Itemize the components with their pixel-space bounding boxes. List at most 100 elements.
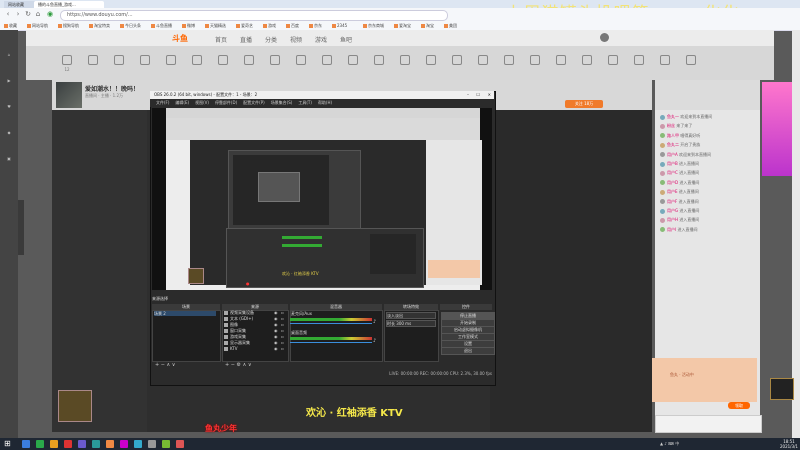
obs-menu-item[interactable]: 配置文件(P): [243, 100, 265, 105]
eye-icon[interactable]: ◉: [274, 310, 278, 315]
source-item[interactable]: KTV: [230, 346, 238, 351]
bookmark-1[interactable]: 网站导航: [27, 22, 48, 29]
source-item[interactable]: 游戏采集: [230, 334, 246, 339]
chat-username[interactable]: 用户A: [667, 152, 678, 157]
chat-avatar[interactable]: [660, 152, 665, 158]
chat-avatar[interactable]: [660, 142, 665, 148]
taskbar-app-icon[interactable]: [176, 440, 184, 448]
bookmark-13[interactable]: 京东商城: [363, 22, 384, 29]
bookmark-10[interactable]: 百度: [286, 22, 299, 29]
window-minimize-icon[interactable]: –: [467, 91, 469, 99]
speaker-icon-2[interactable]: ♪: [373, 338, 376, 344]
chat-avatar[interactable]: [660, 208, 665, 214]
lock-icon[interactable]: ▫: [281, 328, 284, 333]
follow-button[interactable]: 关注 18万: [565, 100, 603, 108]
scene-item[interactable]: 场景 2: [154, 311, 216, 316]
chat-username[interactable]: 粉丝: [667, 123, 675, 128]
nav-game[interactable]: 游戏: [315, 35, 327, 44]
transition-duration[interactable]: 时长 300 ms: [386, 320, 436, 327]
chat-username[interactable]: 用户C: [667, 170, 678, 175]
lock-icon[interactable]: ▫: [281, 334, 284, 339]
chat-avatar[interactable]: [660, 227, 665, 233]
bookmark-0[interactable]: 收藏: [4, 22, 17, 29]
source-item[interactable]: 文本 (GDI+): [230, 316, 253, 321]
obs-menu-item[interactable]: 文件(F): [156, 100, 169, 105]
window-maximize-icon[interactable]: ☐: [476, 91, 480, 99]
taskbar-app-icon[interactable]: [50, 440, 58, 448]
obs-menu-item[interactable]: 停靠部件(D): [215, 100, 237, 105]
taskbar-app-icon[interactable]: [92, 440, 100, 448]
eye-icon[interactable]: ◉: [274, 328, 278, 333]
bookmark-16[interactable]: 美团: [444, 22, 457, 29]
bookmark-3[interactable]: 淘宝特卖: [89, 22, 110, 29]
promo-badge[interactable]: [770, 378, 794, 400]
chat-avatar[interactable]: [660, 189, 665, 195]
chat-avatar[interactable]: [660, 161, 665, 167]
category-icon-24[interactable]: [676, 55, 706, 67]
forward-icon[interactable]: ›: [14, 10, 22, 18]
eye-icon[interactable]: ◉: [274, 334, 278, 339]
nav-live[interactable]: 直播: [240, 35, 252, 44]
taskbar-app-icon[interactable]: [22, 440, 30, 448]
bookmark-11[interactable]: 京东: [309, 22, 322, 29]
source-item[interactable]: 显示器采集: [230, 340, 250, 345]
bookmark-12[interactable]: 2345: [332, 22, 347, 29]
chat-username[interactable]: 路人甲: [667, 133, 679, 138]
browser-tab-1[interactable]: 网站收藏: [4, 1, 38, 8]
bookmark-6[interactable]: 微博: [182, 22, 195, 29]
bookmark-7[interactable]: 天猫精选: [205, 22, 226, 29]
lock-icon[interactable]: ▫: [281, 346, 284, 351]
taskbar-app-icon[interactable]: [162, 440, 170, 448]
lock-icon[interactable]: ▫: [281, 340, 284, 345]
chat-username[interactable]: 用户D: [667, 180, 678, 185]
taskbar-app-icon[interactable]: [64, 440, 72, 448]
lock-icon[interactable]: ▫: [281, 310, 284, 315]
bookmark-4[interactable]: 今日头条: [120, 22, 141, 29]
sidebar-follow-icon[interactable]: ♥: [2, 104, 16, 109]
lock-icon[interactable]: ▫: [281, 316, 284, 321]
nav-category[interactable]: 分类: [265, 35, 277, 44]
sidebar-home-icon[interactable]: ⌂: [2, 52, 16, 57]
refresh-icon[interactable]: ↻: [24, 10, 32, 18]
user-avatar[interactable]: [600, 33, 609, 42]
chat-avatar[interactable]: [660, 133, 665, 139]
chat-avatar[interactable]: [660, 217, 665, 223]
taskbar-app-icon[interactable]: [36, 440, 44, 448]
obs-menu-item[interactable]: 编辑(E): [175, 100, 189, 105]
bookmark-15[interactable]: 淘宝: [421, 22, 434, 29]
start-icon[interactable]: ⊞: [4, 440, 12, 448]
page-scrollbar[interactable]: [792, 30, 800, 438]
taskbar-app-icon[interactable]: [148, 440, 156, 448]
taskbar-app-icon[interactable]: [134, 440, 142, 448]
chat-avatar[interactable]: [660, 199, 665, 205]
chat-avatar[interactable]: [660, 170, 665, 176]
nav-video[interactable]: 视频: [290, 35, 302, 44]
bookmark-2[interactable]: 搜狗导航: [58, 22, 79, 29]
chat-avatar[interactable]: [660, 180, 665, 186]
url-input[interactable]: https://www.douyu.com/...: [60, 10, 448, 21]
chat-username[interactable]: 用户F: [667, 199, 677, 204]
chat-input[interactable]: [655, 415, 762, 433]
mixer-fader-2[interactable]: [290, 342, 372, 343]
lock-icon[interactable]: ▫: [281, 322, 284, 327]
eye-icon[interactable]: ◉: [274, 322, 278, 327]
obs-menu-item[interactable]: 场景集合(S): [271, 100, 293, 105]
taskbar-app-icon[interactable]: [106, 440, 114, 448]
source-item[interactable]: 窗口采集: [230, 328, 246, 333]
bookmark-9[interactable]: 游戏: [263, 22, 276, 29]
nav-yuba[interactable]: 鱼吧: [340, 35, 352, 44]
promo-banner[interactable]: [762, 82, 792, 176]
obs-menu-item[interactable]: 帮助(H): [318, 100, 332, 105]
sidebar-video-icon[interactable]: ▣: [2, 156, 16, 161]
gift-button[interactable]: 领取: [728, 402, 750, 409]
gift-box[interactable]: 鱼丸 · 活动中: [652, 358, 757, 402]
chat-avatar[interactable]: [660, 114, 665, 120]
bookmark-8[interactable]: 爱奇艺: [236, 22, 253, 29]
bookmark-14[interactable]: 爱淘宝: [394, 22, 411, 29]
chat-username[interactable]: 鱼丸一: [667, 114, 679, 119]
obs-menu-item[interactable]: 工具(T): [298, 100, 312, 105]
sidebar-game-icon[interactable]: ◆: [2, 130, 16, 135]
add-source-icon[interactable]: + − ⚙ ∧ ∨: [225, 362, 252, 368]
add-scene-icon[interactable]: + − ∧ ∨: [155, 362, 175, 368]
eye-icon[interactable]: ◉: [274, 346, 278, 351]
